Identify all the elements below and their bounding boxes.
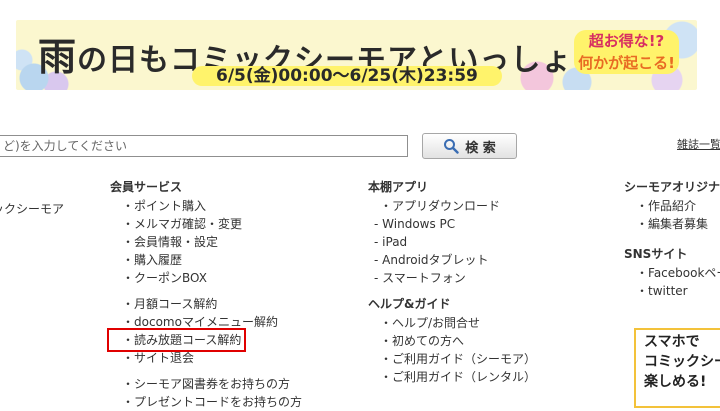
app-heading: 本棚アプリ — [368, 180, 429, 194]
banner-teaser-line1: 超お得な!? — [588, 32, 665, 50]
banner-teaser: 超お得な!? 何かが起こる! — [574, 30, 679, 74]
help-heading: ヘルプ&ガイド — [368, 297, 451, 311]
original-heading: シーモアオリジナル — [624, 180, 720, 194]
search-button-label: 検 索 — [465, 140, 496, 156]
search-input[interactable] — [0, 135, 408, 157]
sns-heading: SNSサイト — [624, 247, 688, 261]
promo-line3: 楽しめる! — [644, 374, 707, 390]
link-ipad[interactable]: - iPad — [368, 233, 536, 251]
link-docomo-cancel[interactable]: docomoマイメニュー解約 — [110, 313, 302, 331]
footer-column-app: 本棚アプリ アプリダウンロード - Windows PC - iPad - An… — [368, 178, 536, 386]
banner-teaser-line2: 何かが起こる! — [578, 54, 675, 72]
link-app-download[interactable]: アプリダウンロード — [368, 197, 536, 215]
footer-column-member: 会員サービス ポイント購入 メルマガ確認・変更 会員情報・設定 購入履歴 クーポ… — [106, 178, 302, 411]
link-works[interactable]: 作品紹介 — [624, 197, 720, 215]
link-editor-recruit[interactable]: 編集者募集 — [624, 215, 720, 233]
link-purchase-history[interactable]: 購入履歴 — [110, 251, 302, 269]
link-facebook[interactable]: Facebookページ — [624, 264, 720, 282]
smartphone-promo-banner[interactable]: スマホで コミックシー 楽しめる! — [634, 328, 720, 408]
link-android-tablet[interactable]: - Androidタブレット — [368, 251, 536, 269]
banner-dates: 6/5(金)00:00～6/25(木)23:59 — [192, 66, 502, 86]
link-coupon-box[interactable]: クーポンBOX — [110, 269, 302, 287]
footer-column-0: ックシーモア — [0, 178, 64, 218]
link-help-contact[interactable]: ヘルプ/お問合せ — [368, 314, 536, 332]
link-beginners[interactable]: 初めての方へ — [368, 332, 536, 350]
promo-line1: スマホで — [644, 334, 700, 350]
link-member-info[interactable]: 会員情報・設定 — [110, 233, 302, 251]
link-present-code[interactable]: プレゼントコードをお持ちの方 — [110, 393, 302, 411]
promo-line2: コミックシー — [644, 354, 720, 370]
link-guide-rental[interactable]: ご利用ガイド（レンタル） — [368, 368, 536, 386]
link-unlimited-cancel[interactable]: 読み放題コース解約 — [106, 328, 247, 352]
search-button[interactable]: 検 索 — [422, 133, 517, 159]
link-smartphone[interactable]: - スマートフォン — [368, 269, 536, 287]
column0-link[interactable]: ックシーモア — [0, 200, 64, 218]
link-twitter[interactable]: twitter — [624, 282, 720, 300]
link-guide-seamore[interactable]: ご利用ガイド（シーモア） — [368, 350, 536, 368]
link-gift-card[interactable]: シーモア図書券をお持ちの方 — [110, 375, 302, 393]
link-withdraw[interactable]: サイト退会 — [110, 349, 302, 367]
link-mailmag-settings[interactable]: メルマガ確認・変更 — [110, 215, 302, 233]
link-windows-pc[interactable]: - Windows PC — [368, 215, 536, 233]
magazine-list-link[interactable]: 雑誌一覧 — [677, 136, 720, 152]
search-icon — [444, 139, 459, 154]
footer-column-original: シーモアオリジナル 作品紹介 編集者募集 SNSサイト Facebookページ … — [624, 178, 720, 300]
link-monthly-cancel[interactable]: 月額コース解約 — [110, 295, 302, 313]
link-point-purchase[interactable]: ポイント購入 — [110, 197, 302, 215]
campaign-banner[interactable]: 雨の日もコミックシーモアといっしょ 6/5(金)00:00～6/25(木)23:… — [16, 20, 697, 90]
member-services-heading: 会員サービス — [110, 180, 183, 194]
